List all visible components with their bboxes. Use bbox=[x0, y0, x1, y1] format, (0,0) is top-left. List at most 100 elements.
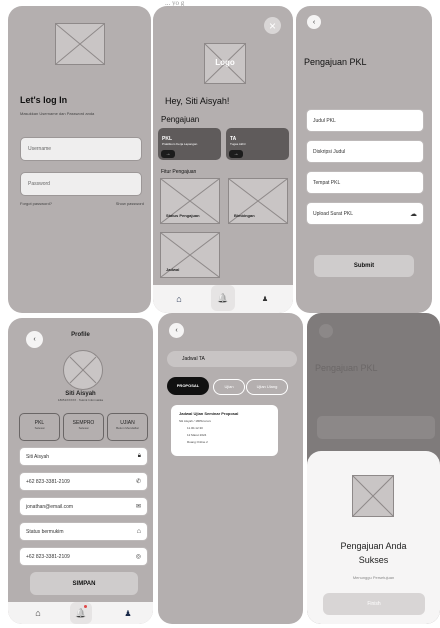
bell-icon: 🔔 bbox=[75, 607, 87, 618]
tab-proposal[interactable]: PROPOSAL bbox=[167, 377, 209, 395]
stat-ujian: UJIAN Belum Mendaftar bbox=[107, 413, 148, 441]
user-icon: ♟ bbox=[261, 296, 269, 303]
feature-status-pengajuan[interactable]: Status Pengajuan bbox=[160, 178, 220, 224]
schedule-card-student: Siti Aisyah / 1805xxxxxx bbox=[179, 419, 212, 423]
close-button[interactable]: × bbox=[264, 17, 281, 34]
submit-button[interactable]: Submit bbox=[314, 255, 414, 277]
residence-field[interactable]: Status bermukim ⌂ bbox=[19, 522, 148, 541]
upload-surat-input[interactable]: Upload Surat PKL ☁ bbox=[306, 202, 424, 225]
forgot-password-link[interactable]: Forgot password? bbox=[20, 201, 52, 206]
judul-pkl-input[interactable]: Judul PKL bbox=[306, 109, 424, 132]
dimmed-back-button bbox=[319, 324, 333, 338]
home-screen: × Logo Hey, Siti Aisyah! Pengajuan PKL P… bbox=[153, 6, 293, 313]
pkl-card-subtitle: Praktikum Kerja Lapangan bbox=[162, 142, 198, 146]
username-field[interactable]: Username bbox=[20, 137, 142, 161]
stat-subtitle: Belum Mendaftar bbox=[116, 426, 139, 430]
chevron-left-icon: ‹ bbox=[312, 18, 316, 26]
arrow-right-icon: → bbox=[161, 150, 175, 158]
ta-card[interactable]: TA Tugas Akhir → bbox=[226, 128, 289, 160]
bottom-nav: ⌂ 🔔 ♟ bbox=[8, 602, 153, 624]
feature-bimbingan[interactable]: Bimbingan bbox=[228, 178, 288, 224]
back-button[interactable]: ‹ bbox=[169, 323, 184, 338]
profile-title: Profile bbox=[71, 332, 90, 338]
logo: Logo bbox=[204, 43, 246, 84]
nav-notifications-button[interactable]: 🔔 bbox=[211, 285, 235, 311]
feature-label: Status Pengajuan bbox=[166, 213, 200, 218]
show-password-toggle[interactable]: Show password bbox=[116, 201, 144, 206]
close-icon: × bbox=[268, 18, 276, 33]
tab-ujian-ulang[interactable]: Ujian Ulang bbox=[246, 379, 288, 395]
nav-home-button[interactable]: ⌂ bbox=[30, 605, 46, 621]
pkl-form-screen: ‹ Pengajuan PKL Judul PKL Diskripsi Judu… bbox=[296, 6, 432, 313]
deskripsi-judul-placeholder: Diskripsi Judul bbox=[313, 148, 346, 155]
profile-nim: 18051XXXXX · Teknik Informatika bbox=[57, 398, 104, 402]
home-icon: ⌂ bbox=[35, 608, 41, 618]
nav-profile-button[interactable]: ♟ bbox=[120, 605, 136, 621]
schedule-card-title: Jadwal Ujian Seminar Proposal bbox=[179, 411, 239, 416]
stat-sempro: SEMPRO Selesai bbox=[63, 413, 104, 441]
feature-jadwal[interactable]: Jadwal bbox=[160, 232, 220, 278]
schedule-screen: ‹ Jadwal TA PROPOSAL Ujian Ujian Ulang J… bbox=[158, 313, 303, 624]
email-value: jonathan@email.com bbox=[26, 503, 74, 510]
pkl-card[interactable]: PKL Praktikum Kerja Lapangan → bbox=[158, 128, 221, 160]
finish-button[interactable]: Finish bbox=[323, 593, 425, 615]
stat-subtitle: Selesai bbox=[34, 426, 45, 430]
arrow-right-icon: → bbox=[229, 150, 243, 158]
schedule-card-time: 11.00-12.30 bbox=[187, 426, 203, 430]
deskripsi-judul-input[interactable]: Diskripsi Judul bbox=[306, 140, 424, 163]
feature-label: Jadwal bbox=[166, 267, 180, 272]
tempat-pkl-input[interactable]: Tempat PKL bbox=[306, 171, 424, 194]
username-placeholder: Username bbox=[28, 146, 52, 152]
phone-value: +62 823-3381-2109 bbox=[26, 478, 70, 485]
success-sheet: Pengajuan Anda Sukses Menunggu Persetuju… bbox=[307, 451, 440, 624]
whatsapp-icon: ◎ bbox=[135, 554, 141, 560]
stat-pkl: PKL Selesai bbox=[19, 413, 60, 441]
dimmed-field bbox=[317, 416, 435, 439]
logo-text: Logo bbox=[215, 58, 235, 67]
avatar bbox=[63, 350, 103, 390]
whatsapp-value: +62 823-3381-2109 bbox=[26, 553, 70, 560]
profile-name: Siti Aisyah bbox=[65, 391, 96, 397]
section-pengajuan-heading: Pengajuan bbox=[161, 115, 200, 124]
search-bar[interactable]: Jadwal TA bbox=[167, 351, 297, 367]
search-value: Jadwal TA bbox=[182, 356, 205, 362]
success-subtitle: Menunggu Persetujuan bbox=[352, 575, 395, 580]
tempat-pkl-placeholder: Tempat PKL bbox=[313, 179, 341, 186]
lock-icon: 🔒︎ bbox=[137, 453, 141, 459]
password-placeholder: Password bbox=[28, 181, 50, 187]
greeting: Hey, Siti Aisyah! bbox=[165, 96, 230, 106]
login-title: Let's log In bbox=[20, 95, 68, 105]
stat-subtitle: Selesai bbox=[78, 426, 89, 430]
schedule-card[interactable]: Jadwal Ujian Seminar Proposal Siti Aisya… bbox=[171, 405, 278, 456]
back-button[interactable]: ‹ bbox=[307, 15, 321, 29]
house-icon: ⌂ bbox=[136, 528, 141, 535]
whatsapp-field[interactable]: +62 823-3381-2109 ◎ bbox=[19, 547, 148, 566]
ta-card-subtitle: Tugas Akhir bbox=[230, 142, 246, 146]
nav-notifications-button[interactable]: 🔔 bbox=[70, 602, 92, 624]
tab-ujian[interactable]: Ujian bbox=[213, 379, 245, 395]
success-title: Pengajuan Anda Sukses bbox=[340, 541, 407, 565]
name-field[interactable]: Siti Aisyah 🔒︎ bbox=[19, 447, 148, 466]
home-icon: ⌂ bbox=[176, 294, 182, 304]
section-fitur-heading: Fitur Pengajuan bbox=[161, 169, 197, 175]
phone-field[interactable]: +62 823-3381-2109 ✆ bbox=[19, 472, 148, 491]
feature-label: Bimbingan bbox=[234, 213, 255, 218]
profile-screen: ‹ Profile Siti Aisyah 18051XXXXX · Tekni… bbox=[8, 318, 153, 624]
success-illustration bbox=[352, 475, 394, 517]
bottom-nav: ⌂ 🔔 ♟ bbox=[153, 285, 293, 313]
success-screen: Pengajuan PKL Pengajuan Anda Sukses Menu… bbox=[307, 313, 440, 624]
save-button[interactable]: SIMPAN bbox=[30, 572, 138, 595]
phone-icon: ✆ bbox=[135, 479, 141, 485]
name-value: Siti Aisyah bbox=[26, 453, 50, 460]
email-field[interactable]: jonathan@email.com ✉ bbox=[19, 497, 148, 516]
judul-pkl-placeholder: Judul PKL bbox=[313, 117, 336, 124]
nav-profile-button[interactable]: ♟ bbox=[257, 291, 273, 307]
pkl-form-title: Pengajuan PKL bbox=[304, 57, 367, 67]
nav-home-button[interactable]: ⌂ bbox=[171, 291, 187, 307]
residence-value: Status bermukim bbox=[26, 528, 64, 535]
schedule-card-date: 12 Maret 2024 bbox=[187, 433, 207, 437]
login-screen: Let's log In Masukkan Username dan Passw… bbox=[8, 6, 151, 313]
password-field[interactable]: Password bbox=[20, 172, 142, 196]
dimmed-title: Pengajuan PKL bbox=[315, 363, 378, 373]
upload-surat-placeholder: Upload Surat PKL bbox=[313, 210, 354, 217]
